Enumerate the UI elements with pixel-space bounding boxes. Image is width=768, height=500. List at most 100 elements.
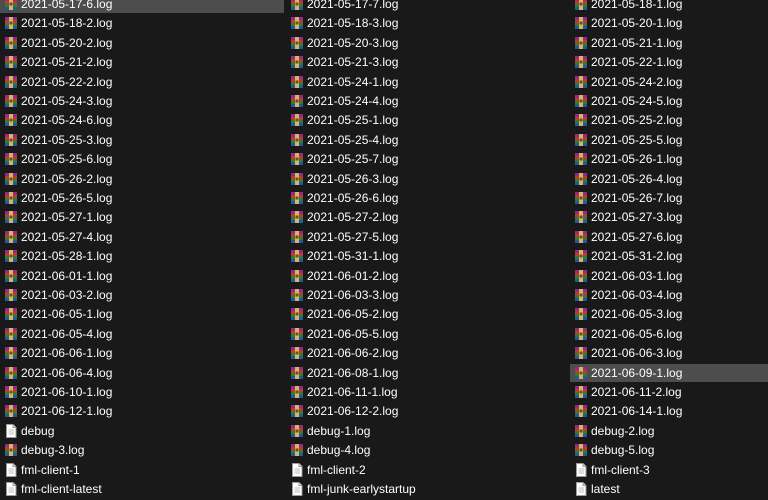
file-item[interactable]: 2021-06-05-1.log xyxy=(0,305,284,323)
file-item[interactable]: 2021-06-08-1.log xyxy=(286,364,568,382)
file-item[interactable]: 2021-05-25-3.log xyxy=(0,131,284,149)
file-item[interactable]: 2021-05-25-1.log xyxy=(286,111,568,129)
file-item[interactable]: 2021-05-17-6.log xyxy=(0,0,284,13)
archive-icon xyxy=(290,210,304,224)
archive-icon xyxy=(574,346,588,360)
archive-icon xyxy=(4,55,18,69)
file-item[interactable]: 2021-05-26-6.log xyxy=(286,189,568,207)
file-item[interactable]: 2021-05-21-2.log xyxy=(0,53,284,71)
file-item[interactable]: 2021-05-24-4.log xyxy=(286,92,568,110)
archive-icon xyxy=(574,55,588,69)
file-item[interactable]: 2021-06-05-5.log xyxy=(286,325,568,343)
file-item[interactable]: 2021-06-09-1.log xyxy=(570,363,768,382)
file-item[interactable]: 2021-05-18-3.log xyxy=(286,14,568,32)
file-item[interactable]: 2021-05-26-4.log xyxy=(570,170,768,188)
file-item[interactable]: 2021-05-27-3.log xyxy=(570,208,768,226)
file-item[interactable]: 2021-05-27-4.log xyxy=(0,228,284,246)
file-item[interactable]: 2021-06-14-1.log xyxy=(570,402,768,420)
file-item[interactable]: 2021-05-17-7.log xyxy=(286,0,568,13)
file-item[interactable]: 2021-06-01-1.log xyxy=(0,267,284,285)
text-file-icon xyxy=(290,482,304,496)
archive-icon xyxy=(574,424,588,438)
text-file-icon xyxy=(4,462,18,477)
archive-icon xyxy=(290,424,304,438)
file-item[interactable]: fml-client-latest xyxy=(0,480,284,498)
file-item[interactable]: fml-client-3 xyxy=(570,461,768,479)
file-item[interactable]: fml-junk-earlystartup xyxy=(286,480,568,498)
file-item[interactable]: fml-client-1 xyxy=(0,461,284,479)
file-item[interactable]: 2021-05-27-1.log xyxy=(0,208,284,226)
file-item[interactable]: 2021-05-24-5.log xyxy=(570,92,768,110)
file-item[interactable]: 2021-06-03-1.log xyxy=(570,267,768,285)
file-item[interactable]: debug-2.log xyxy=(570,422,768,440)
file-item[interactable]: 2021-05-24-6.log xyxy=(0,111,284,129)
file-name: 2021-06-05-3.log xyxy=(591,307,683,322)
file-name: 2021-05-27-1.log xyxy=(21,210,113,225)
file-item[interactable]: debug-3.log xyxy=(0,441,284,459)
file-item[interactable]: 2021-06-06-3.log xyxy=(570,344,768,362)
file-item[interactable]: 2021-05-31-1.log xyxy=(286,247,568,265)
archive-icon xyxy=(290,385,304,399)
file-item[interactable]: 2021-05-20-2.log xyxy=(0,34,284,52)
file-item[interactable]: 2021-05-26-5.log xyxy=(0,189,284,207)
file-item[interactable]: 2021-05-25-6.log xyxy=(0,150,284,168)
file-name: 2021-06-12-1.log xyxy=(21,404,113,419)
file-item[interactable]: 2021-05-22-1.log xyxy=(570,53,768,71)
file-item[interactable]: 2021-06-03-3.log xyxy=(286,286,568,304)
file-item[interactable]: 2021-05-26-2.log xyxy=(0,170,284,188)
file-item[interactable]: 2021-06-10-1.log xyxy=(0,383,284,401)
file-item[interactable]: 2021-05-28-1.log xyxy=(0,247,284,265)
file-item[interactable]: 2021-06-05-2.log xyxy=(286,305,568,323)
file-item[interactable]: debug xyxy=(0,422,284,440)
file-item[interactable]: 2021-06-05-4.log xyxy=(0,325,284,343)
archive-icon xyxy=(4,172,18,186)
file-item[interactable]: 2021-06-06-1.log xyxy=(0,344,284,362)
file-item[interactable]: 2021-06-03-2.log xyxy=(0,286,284,304)
file-item[interactable]: 2021-05-26-3.log xyxy=(286,170,568,188)
file-item[interactable]: 2021-05-20-3.log xyxy=(286,34,568,52)
file-item[interactable]: 2021-05-26-7.log xyxy=(570,189,768,207)
file-item[interactable]: 2021-06-11-1.log xyxy=(286,383,568,401)
archive-icon xyxy=(4,16,18,30)
file-item[interactable]: 2021-05-24-3.log xyxy=(0,92,284,110)
file-item[interactable]: 2021-05-27-2.log xyxy=(286,208,568,226)
file-item[interactable]: 2021-05-18-2.log xyxy=(0,14,284,32)
file-item[interactable]: 2021-05-25-4.log xyxy=(286,131,568,149)
file-item[interactable]: 2021-05-24-2.log xyxy=(570,73,768,91)
archive-icon xyxy=(290,249,304,263)
file-item[interactable]: 2021-05-24-1.log xyxy=(286,73,568,91)
archive-icon xyxy=(4,385,18,399)
file-item[interactable]: 2021-06-05-6.log xyxy=(570,325,768,343)
file-item[interactable]: debug-5.log xyxy=(570,441,768,459)
file-name: 2021-05-25-6.log xyxy=(21,152,113,167)
file-item[interactable]: 2021-05-18-1.log xyxy=(570,0,768,13)
file-item[interactable]: 2021-05-27-6.log xyxy=(570,228,768,246)
file-item[interactable]: 2021-06-03-4.log xyxy=(570,286,768,304)
file-item[interactable]: 2021-06-06-4.log xyxy=(0,364,284,382)
file-item[interactable]: 2021-06-06-2.log xyxy=(286,344,568,362)
file-item[interactable]: 2021-05-20-1.log xyxy=(570,14,768,32)
file-item[interactable]: fml-client-2 xyxy=(286,461,568,479)
archive-icon xyxy=(4,269,18,283)
file-name: 2021-05-18-2.log xyxy=(21,16,113,31)
file-item[interactable]: 2021-06-11-2.log xyxy=(570,383,768,401)
file-item[interactable]: 2021-05-25-7.log xyxy=(286,150,568,168)
file-item[interactable]: debug-1.log xyxy=(286,422,568,440)
file-item[interactable]: 2021-06-12-1.log xyxy=(0,402,284,420)
file-item[interactable]: 2021-05-21-3.log xyxy=(286,53,568,71)
file-item[interactable]: 2021-05-31-2.log xyxy=(570,247,768,265)
file-name: 2021-06-03-2.log xyxy=(21,288,113,302)
file-item[interactable]: 2021-05-25-2.log xyxy=(570,111,768,129)
file-item[interactable]: 2021-06-12-2.log xyxy=(286,402,568,420)
archive-icon xyxy=(290,191,304,205)
file-item[interactable]: debug-4.log xyxy=(286,441,568,459)
file-item[interactable]: 2021-05-25-5.log xyxy=(570,131,768,149)
file-item[interactable]: 2021-05-21-1.log xyxy=(570,34,768,52)
file-item[interactable]: 2021-06-05-3.log xyxy=(570,305,768,323)
file-item[interactable]: 2021-05-22-2.log xyxy=(0,73,284,91)
file-item[interactable]: 2021-05-26-1.log xyxy=(570,150,768,168)
file-item[interactable]: latest xyxy=(570,480,768,498)
file-item[interactable]: 2021-05-27-5.log xyxy=(286,228,568,246)
archive-icon xyxy=(574,36,588,50)
file-item[interactable]: 2021-06-01-2.log xyxy=(286,267,568,285)
